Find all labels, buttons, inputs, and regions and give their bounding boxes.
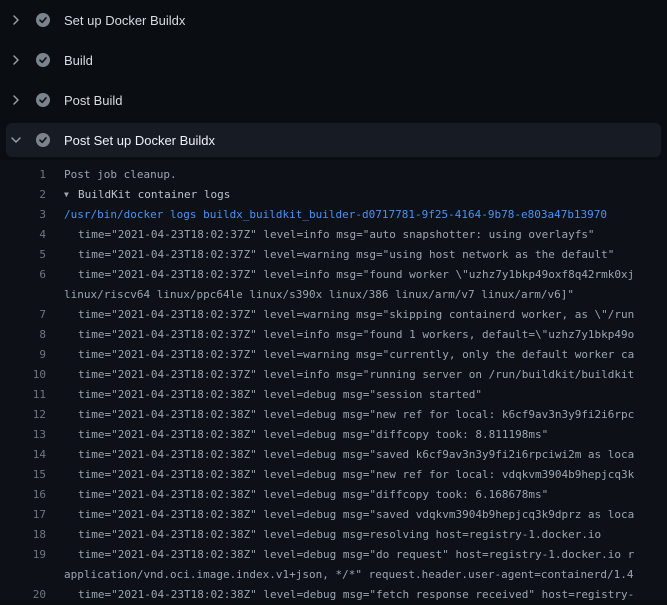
log-line: 15 time="2021-04-23T18:02:38Z" level=deb… [0, 465, 667, 485]
log-line: 20 time="2021-04-23T18:02:38Z" level=deb… [0, 585, 667, 605]
check-circle-icon [36, 93, 50, 107]
log-line: linux/riscv64 linux/ppc64le linux/s390x … [0, 285, 667, 305]
triangle-down-icon[interactable]: ▼ [64, 185, 78, 205]
line-number [0, 285, 46, 305]
line-number[interactable]: 18 [0, 525, 46, 545]
line-number[interactable]: 7 [0, 305, 46, 325]
line-number[interactable]: 1 [0, 165, 46, 185]
line-number[interactable]: 3 [0, 205, 46, 225]
check-circle-icon [36, 133, 50, 147]
chevron-right-icon [8, 12, 24, 28]
line-number[interactable]: 17 [0, 505, 46, 525]
log-line: 10 time="2021-04-23T18:02:37Z" level=inf… [0, 365, 667, 385]
log-line: 1 Post job cleanup. [0, 165, 667, 185]
line-number[interactable]: 16 [0, 485, 46, 505]
line-number[interactable]: 15 [0, 465, 46, 485]
log-text: time="2021-04-23T18:02:37Z" level=info m… [78, 225, 595, 245]
log-text: time="2021-04-23T18:02:37Z" level=warnin… [78, 345, 634, 365]
line-number[interactable]: 2 [0, 185, 46, 205]
step-label: Set up Docker Buildx [64, 13, 185, 28]
command-log-text: /usr/bin/docker logs buildx_buildkit_bui… [64, 205, 607, 225]
log-text: ▼BuildKit container logs [64, 185, 230, 205]
log-text: Post job cleanup. [64, 165, 177, 185]
line-number[interactable]: 10 [0, 365, 46, 385]
line-number[interactable]: 11 [0, 385, 46, 405]
step-label: Build [64, 53, 93, 68]
line-number[interactable]: 5 [0, 245, 46, 265]
log-text: time="2021-04-23T18:02:38Z" level=debug … [78, 425, 548, 445]
log-text: time="2021-04-23T18:02:38Z" level=debug … [78, 405, 634, 425]
log-text: time="2021-04-23T18:02:38Z" level=debug … [78, 585, 634, 605]
log-line: 17 time="2021-04-23T18:02:38Z" level=deb… [0, 505, 667, 525]
log-line: 7 time="2021-04-23T18:02:37Z" level=warn… [0, 305, 667, 325]
log-line: 2 ▼BuildKit container logs [0, 185, 667, 205]
log-text: time="2021-04-23T18:02:38Z" level=debug … [78, 445, 634, 465]
log-text: time="2021-04-23T18:02:37Z" level=info m… [78, 265, 634, 285]
log-text: time="2021-04-23T18:02:38Z" level=debug … [78, 385, 482, 405]
step-row-2[interactable]: Post Build [0, 80, 667, 120]
log-text: time="2021-04-23T18:02:37Z" level=warnin… [78, 305, 634, 325]
step-row-1[interactable]: Build [0, 40, 667, 80]
log-text: time="2021-04-23T18:02:38Z" level=debug … [78, 525, 601, 545]
log-text: time="2021-04-23T18:02:37Z" level=info m… [78, 325, 634, 345]
line-number[interactable]: 4 [0, 225, 46, 245]
log-line: 14 time="2021-04-23T18:02:38Z" level=deb… [0, 445, 667, 465]
line-number [0, 565, 46, 585]
group-label: BuildKit container logs [78, 188, 230, 201]
log-text: time="2021-04-23T18:02:38Z" level=debug … [78, 485, 548, 505]
log-line: 18 time="2021-04-23T18:02:38Z" level=deb… [0, 525, 667, 545]
log-line: 11 time="2021-04-23T18:02:38Z" level=deb… [0, 385, 667, 405]
log-viewer: 1 Post job cleanup. 2 ▼BuildKit containe… [0, 160, 667, 600]
log-line: 3 /usr/bin/docker logs buildx_buildkit_b… [0, 205, 667, 225]
log-line: 6 time="2021-04-23T18:02:37Z" level=info… [0, 265, 667, 285]
log-text: time="2021-04-23T18:02:37Z" level=warnin… [78, 245, 614, 265]
line-number[interactable]: 9 [0, 345, 46, 365]
chevron-down-icon [8, 132, 24, 148]
chevron-right-icon [8, 52, 24, 68]
line-number[interactable]: 6 [0, 265, 46, 285]
log-line: 12 time="2021-04-23T18:02:38Z" level=deb… [0, 405, 667, 425]
log-text: time="2021-04-23T18:02:37Z" level=info m… [78, 365, 634, 385]
log-text: time="2021-04-23T18:02:38Z" level=debug … [78, 545, 634, 565]
check-circle-icon [36, 13, 50, 27]
line-number[interactable]: 20 [0, 585, 46, 605]
log-line: 4 time="2021-04-23T18:02:37Z" level=info… [0, 225, 667, 245]
chevron-right-icon [8, 92, 24, 108]
line-number[interactable]: 8 [0, 325, 46, 345]
log-line: 5 time="2021-04-23T18:02:37Z" level=warn… [0, 245, 667, 265]
check-circle-icon [36, 53, 50, 67]
steps-list: Set up Docker Buildx Build Post Build [0, 0, 667, 157]
step-row-0[interactable]: Set up Docker Buildx [0, 0, 667, 40]
line-number[interactable]: 19 [0, 545, 46, 565]
line-number[interactable]: 12 [0, 405, 46, 425]
log-text: time="2021-04-23T18:02:38Z" level=debug … [78, 465, 634, 485]
log-text: time="2021-04-23T18:02:38Z" level=debug … [78, 505, 634, 525]
log-line: 13 time="2021-04-23T18:02:38Z" level=deb… [0, 425, 667, 445]
log-line: 19 time="2021-04-23T18:02:38Z" level=deb… [0, 545, 667, 565]
step-label: Post Build [64, 93, 123, 108]
log-line: 16 time="2021-04-23T18:02:38Z" level=deb… [0, 485, 667, 505]
step-label: Post Set up Docker Buildx [64, 133, 215, 148]
log-text: application/vnd.oci.image.index.v1+json,… [64, 565, 634, 585]
log-text: linux/riscv64 linux/ppc64le linux/s390x … [64, 285, 574, 305]
step-row-3[interactable]: Post Set up Docker Buildx [6, 123, 661, 157]
log-line: 8 time="2021-04-23T18:02:37Z" level=info… [0, 325, 667, 345]
line-number[interactable]: 14 [0, 445, 46, 465]
log-line: 9 time="2021-04-23T18:02:37Z" level=warn… [0, 345, 667, 365]
log-line: application/vnd.oci.image.index.v1+json,… [0, 565, 667, 585]
line-number[interactable]: 13 [0, 425, 46, 445]
